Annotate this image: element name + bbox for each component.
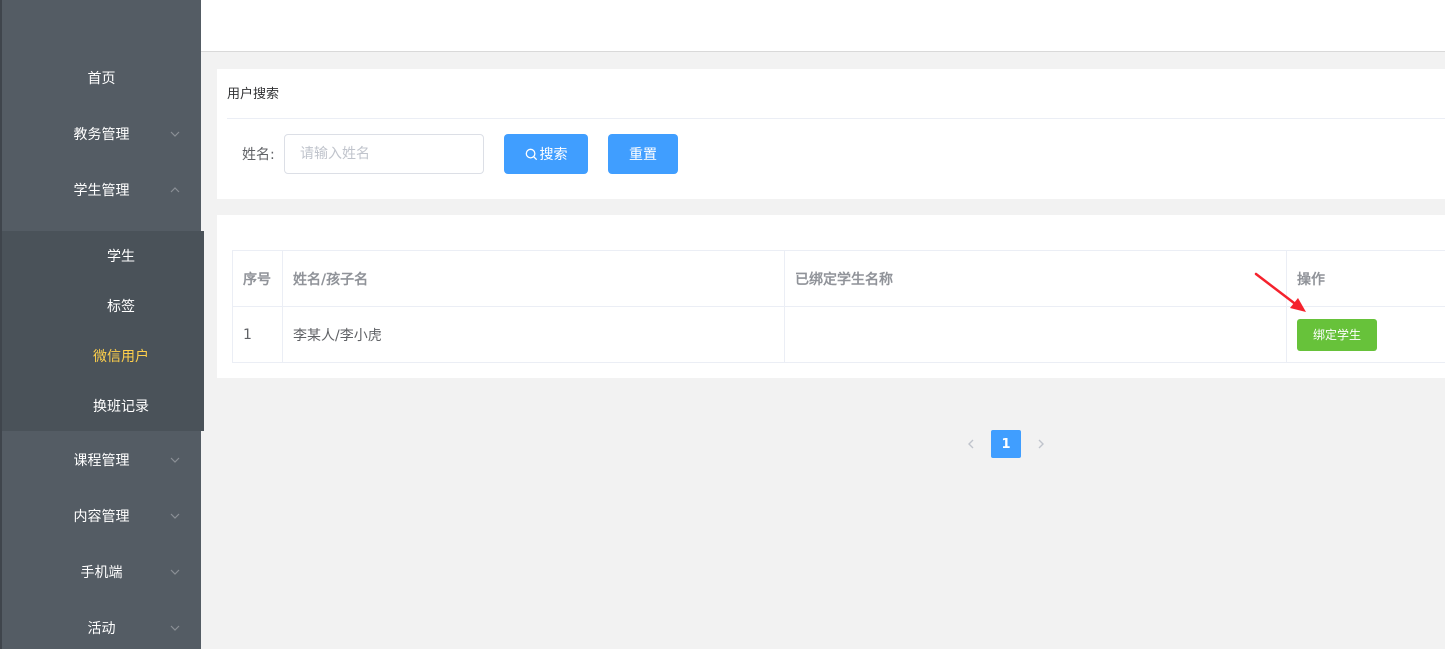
name-label: 姓名: bbox=[242, 147, 275, 163]
name-search-input[interactable] bbox=[284, 134, 484, 174]
sidebar-item-home[interactable]: 首页 bbox=[2, 50, 201, 106]
sidebar-item-academic[interactable]: 教务管理 bbox=[2, 106, 201, 162]
sidebar-item-students[interactable]: 学生管理 bbox=[2, 162, 201, 218]
search-button[interactable]: 搜索 bbox=[504, 134, 588, 174]
search-panel-title: 用户搜索 bbox=[227, 87, 280, 102]
submenu-item-class-change-records[interactable]: 换班记录 bbox=[2, 381, 204, 431]
sidebar-item-label: 学生管理 bbox=[73, 183, 130, 199]
pagination: 1 bbox=[956, 430, 1056, 458]
column-header-bound-student: 已绑定学生名称 bbox=[784, 250, 1287, 307]
chevron-up-icon bbox=[170, 187, 180, 193]
next-page-button[interactable] bbox=[1026, 430, 1056, 458]
cell-actions: 绑定学生 bbox=[1286, 306, 1445, 363]
chevron-down-icon bbox=[170, 457, 180, 463]
column-header-actions: 操作 bbox=[1286, 250, 1445, 307]
column-header-name: 姓名/孩子名 bbox=[282, 250, 785, 307]
page-number-current[interactable]: 1 bbox=[991, 430, 1021, 458]
submenu-item-wechat-users[interactable]: 微信用户 bbox=[2, 331, 204, 381]
bind-student-button[interactable]: 绑定学生 bbox=[1297, 318, 1377, 351]
search-icon bbox=[525, 148, 537, 160]
sidebar-item-label: 教务管理 bbox=[73, 127, 130, 143]
sidebar-item-label: 活动 bbox=[87, 621, 116, 637]
cell-index: 1 bbox=[232, 306, 283, 363]
sidebar-item-activities[interactable]: 活动 bbox=[2, 600, 201, 649]
sidebar-item-mobile[interactable]: 手机端 bbox=[2, 544, 201, 600]
red-arrow-annotation bbox=[1254, 272, 1306, 312]
submenu-item-label: 学生 bbox=[107, 249, 135, 265]
reset-button-label: 重置 bbox=[629, 147, 657, 163]
column-header-index: 序号 bbox=[232, 250, 283, 307]
chevron-right-icon bbox=[1038, 439, 1044, 449]
sidebar: 首页 教务管理 学生管理 学生 标签 微信用户 换班记录 课程管理 内容管理 手… bbox=[0, 0, 204, 649]
sidebar-item-label: 课程管理 bbox=[73, 453, 130, 469]
cell-bound-student bbox=[784, 306, 1287, 363]
submenu-item-label: 标签 bbox=[107, 299, 135, 315]
submenu-item-label: 微信用户 bbox=[93, 349, 149, 365]
chevron-down-icon bbox=[170, 569, 180, 575]
top-header bbox=[201, 0, 1445, 52]
cell-name: 李某人/李小虎 bbox=[282, 306, 785, 363]
sidebar-item-courses[interactable]: 课程管理 bbox=[2, 432, 201, 488]
reset-button[interactable]: 重置 bbox=[608, 134, 678, 174]
chevron-left-icon bbox=[968, 439, 974, 449]
submenu-item-label: 换班记录 bbox=[93, 399, 149, 415]
sidebar-item-label: 内容管理 bbox=[73, 509, 130, 525]
sidebar-item-label: 手机端 bbox=[80, 565, 123, 581]
sidebar-item-content[interactable]: 内容管理 bbox=[2, 488, 201, 544]
chevron-down-icon bbox=[170, 625, 180, 631]
search-button-label: 搜索 bbox=[539, 147, 568, 163]
sidebar-item-label: 首页 bbox=[87, 71, 116, 87]
search-panel: 用户搜索 姓名: 搜索 重置 bbox=[217, 69, 1445, 199]
submenu-item-student[interactable]: 学生 bbox=[2, 231, 204, 281]
submenu-item-tags[interactable]: 标签 bbox=[2, 281, 204, 331]
chevron-down-icon bbox=[170, 131, 180, 137]
divider bbox=[227, 118, 1445, 119]
chevron-down-icon bbox=[170, 513, 180, 519]
submenu-students: 学生 标签 微信用户 换班记录 bbox=[2, 231, 204, 431]
prev-page-button[interactable] bbox=[956, 430, 986, 458]
